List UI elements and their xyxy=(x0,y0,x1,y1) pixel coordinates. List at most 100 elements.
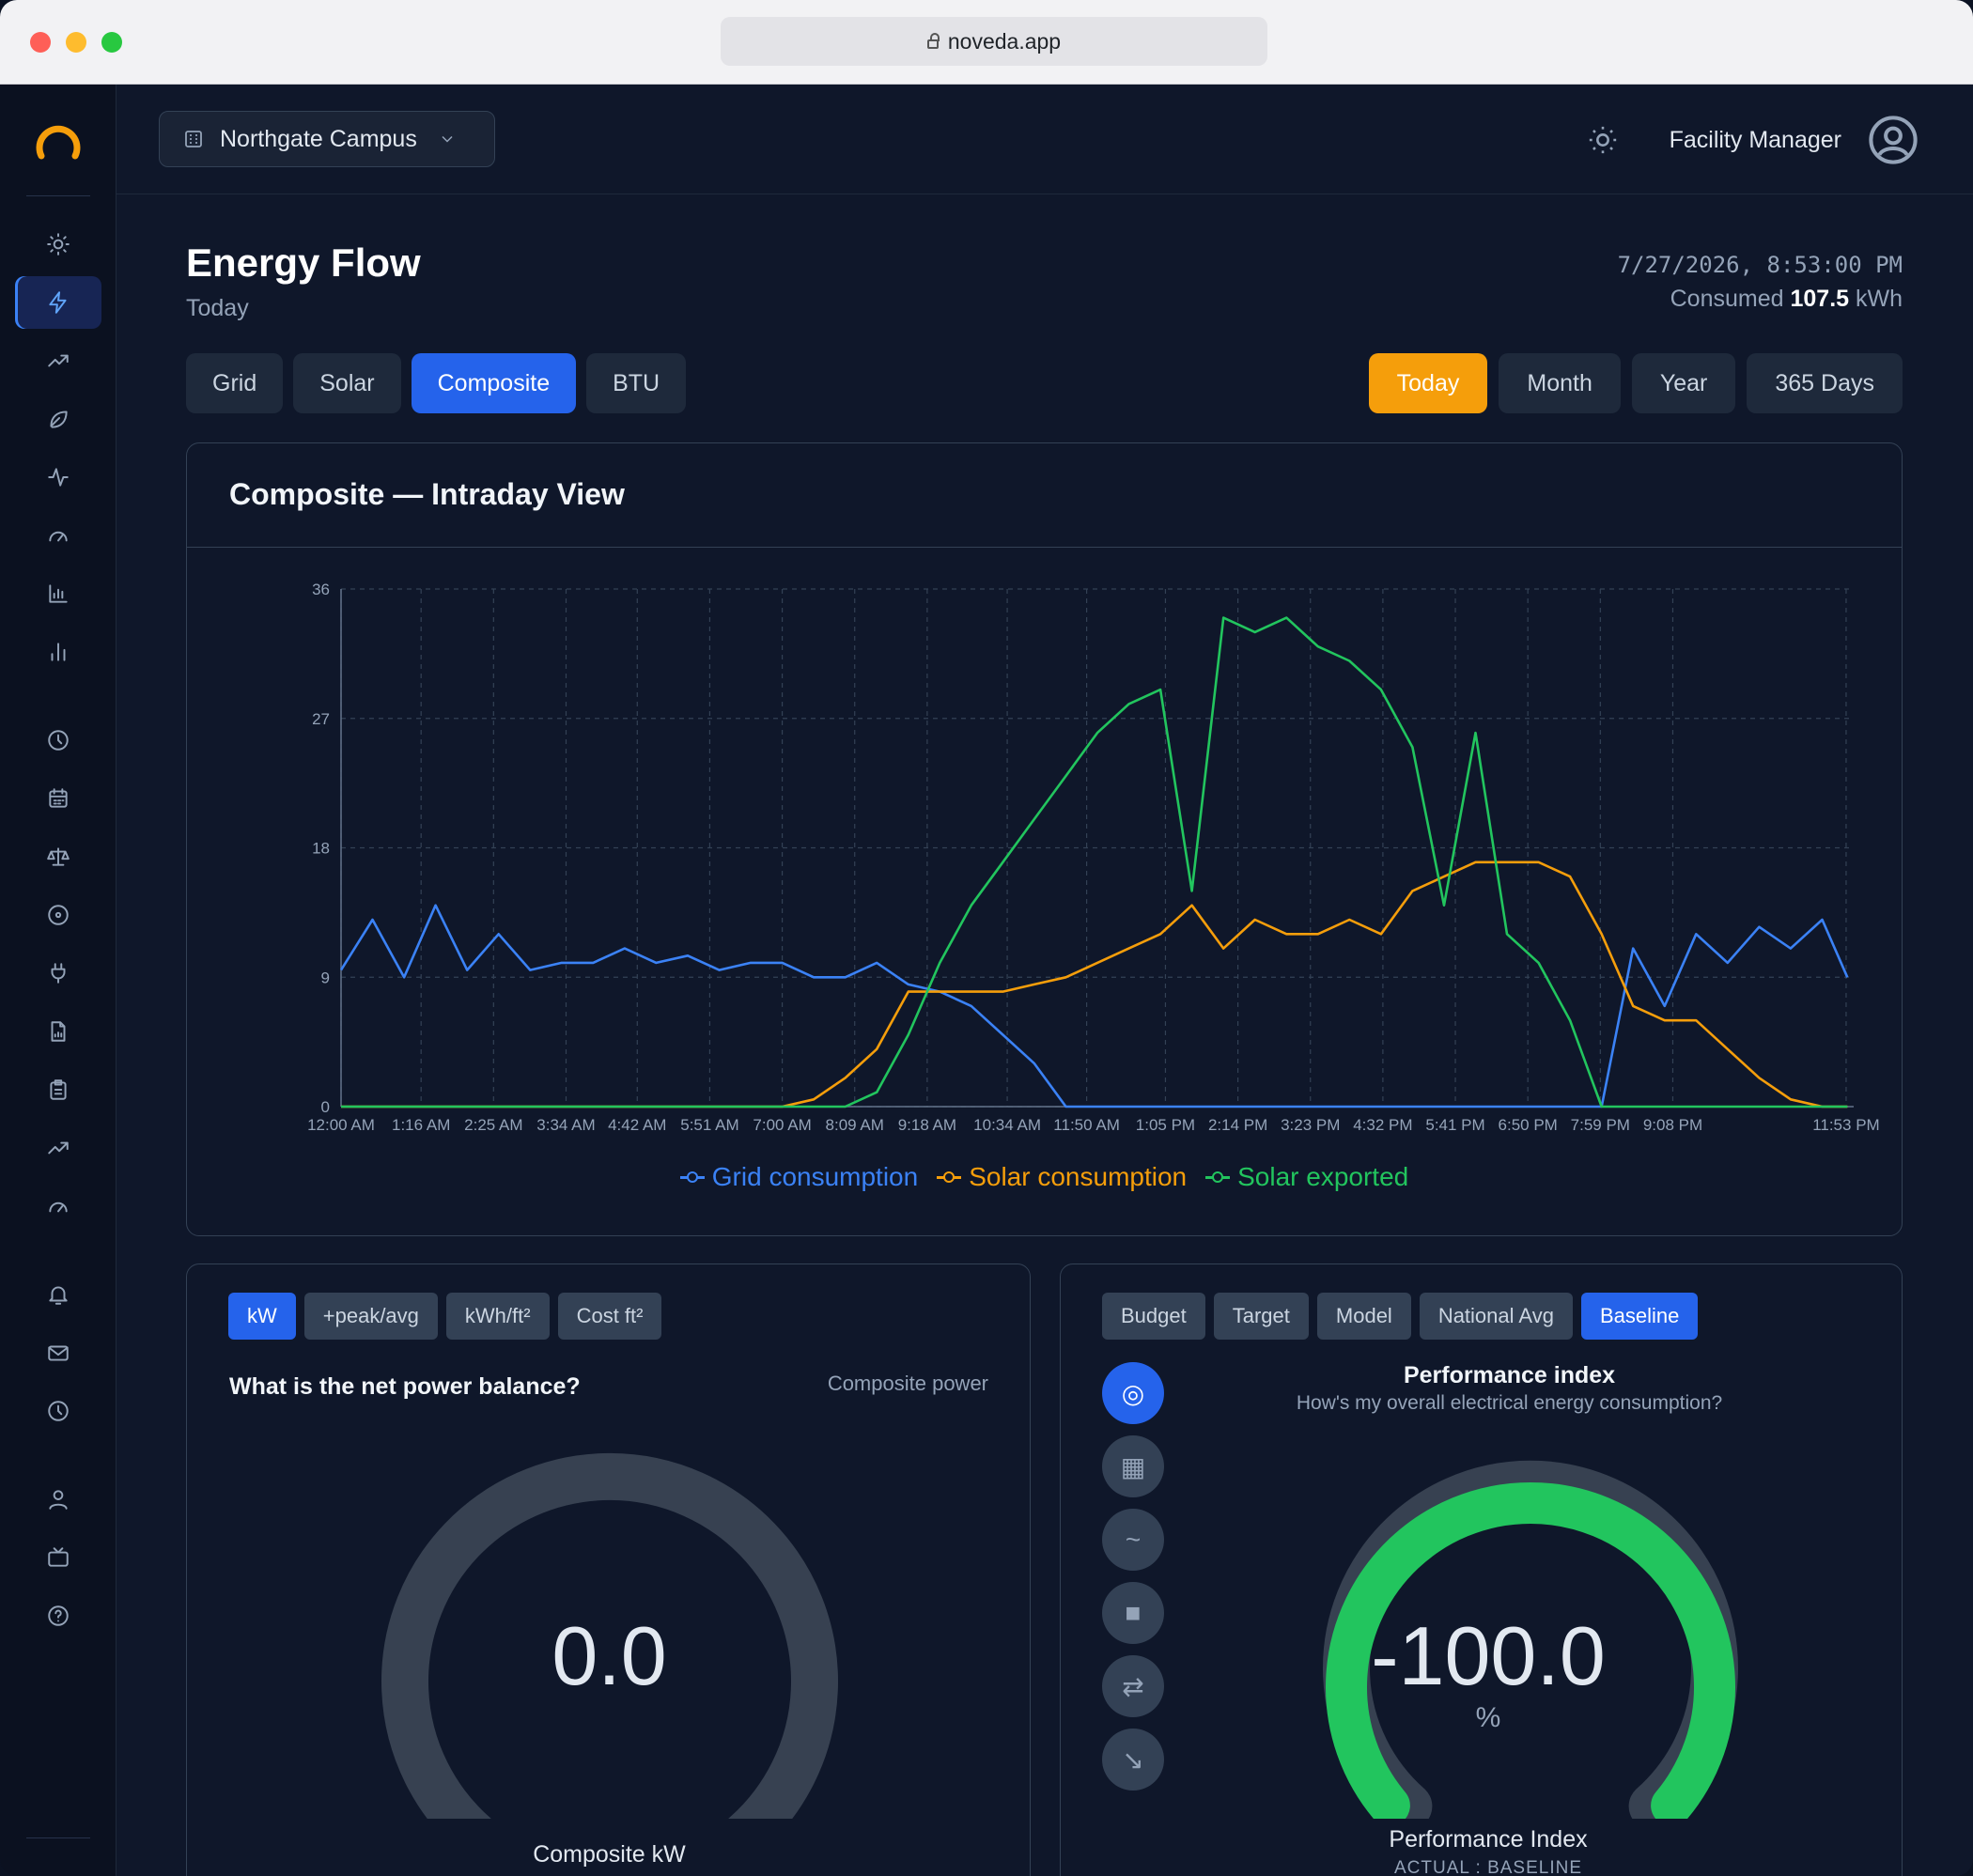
chip-kwh-per-ft2[interactable]: kWh/ft² xyxy=(445,1293,550,1340)
lock-icon xyxy=(926,33,940,49)
sidebar-item-messages[interactable] xyxy=(15,1326,101,1379)
maximize-window-button[interactable] xyxy=(101,32,122,53)
x-tick-label: 1:16 AM xyxy=(392,1116,450,1134)
x-tick-label: 3:34 AM xyxy=(536,1116,595,1134)
sidebar-divider xyxy=(26,1837,90,1838)
x-tick-label: 10:34 AM xyxy=(973,1116,1041,1134)
leaf-icon xyxy=(50,411,68,428)
sidebar-item-trends[interactable] xyxy=(15,334,101,387)
x-tick-label: 1:05 PM xyxy=(1136,1116,1195,1134)
sidebar-item-compare[interactable] xyxy=(15,830,101,883)
address-bar[interactable]: noveda.app xyxy=(721,17,1267,66)
comparison-chips: Budget Target Model National Avg Baselin… xyxy=(1102,1293,1699,1340)
net-power-card: kW +peak/avg kWh/ft² Cost ft² What is th… xyxy=(186,1264,1031,1876)
x-tick-label: 5:51 AM xyxy=(680,1116,738,1134)
legend-marker-icon xyxy=(679,1171,705,1184)
scale-icon xyxy=(47,847,70,866)
sidebar-item-calendar[interactable] xyxy=(15,772,101,825)
theme-toggle-icon[interactable] xyxy=(1587,124,1619,156)
series-line-solar-exported xyxy=(341,616,1848,1109)
tab-btu[interactable]: BTU xyxy=(586,353,687,413)
file-chart-icon xyxy=(51,1021,66,1042)
top-bar: Northgate Campus Facility Manager xyxy=(117,85,1973,194)
sidebar-item-documents[interactable] xyxy=(15,1005,101,1058)
bar-chart-icon xyxy=(49,584,68,603)
legend-item-solar-consumption[interactable]: Solar consumption xyxy=(937,1162,1187,1192)
trending-up-icon xyxy=(48,354,69,367)
sidebar-item-analytics[interactable] xyxy=(15,567,101,620)
sidebar-item-sustainability[interactable] xyxy=(15,393,101,445)
sidebar-item-targets[interactable] xyxy=(15,889,101,941)
address-text: noveda.app xyxy=(947,28,1062,54)
y-tick-label: 0 xyxy=(321,1098,330,1116)
sidebar-item-profile[interactable] xyxy=(15,1473,101,1526)
period-year-button[interactable]: Year xyxy=(1631,353,1736,413)
sidebar-item-meters[interactable] xyxy=(15,947,101,1000)
sidebar-item-history[interactable] xyxy=(15,714,101,767)
sidebar-item-display[interactable] xyxy=(15,1531,101,1584)
building-icon xyxy=(185,131,202,147)
chip-baseline[interactable]: Baseline xyxy=(1580,1293,1699,1340)
tab-solar[interactable]: Solar xyxy=(293,353,401,413)
user-name[interactable]: Facility Manager xyxy=(1670,127,1841,154)
legend-marker-icon xyxy=(1205,1171,1231,1184)
x-tick-label: 12:00 AM xyxy=(307,1116,375,1134)
consumed-value: 107.5 xyxy=(1790,286,1850,312)
series-line-grid-consumption xyxy=(339,904,1849,1109)
site-selector[interactable]: Northgate Campus xyxy=(159,111,495,167)
x-tick-label: 4:42 AM xyxy=(608,1116,666,1134)
composite-power-value: 0.0 xyxy=(552,1609,667,1702)
bar-chart-2-icon xyxy=(51,643,66,661)
energy-type-tabs: Grid Solar Composite BTU xyxy=(186,353,687,413)
sidebar-item-energy-flow[interactable] xyxy=(15,276,101,329)
sidebar-item-schedule[interactable] xyxy=(15,1385,101,1437)
chip-target[interactable]: Target xyxy=(1213,1293,1309,1340)
target-icon xyxy=(48,905,69,925)
chevron-down-icon xyxy=(442,135,453,143)
close-window-button[interactable] xyxy=(30,32,51,53)
chip-peak-avg[interactable]: +peak/avg xyxy=(303,1293,438,1340)
sidebar-item-performance[interactable] xyxy=(15,509,101,562)
sidebar-item-alerts[interactable] xyxy=(15,1268,101,1321)
trending-up-icon xyxy=(48,1141,69,1155)
period-today-button[interactable]: Today xyxy=(1368,353,1488,413)
calendar-icon xyxy=(49,788,68,808)
gauge-icon xyxy=(49,531,68,542)
consumed-unit: kWh xyxy=(1856,286,1903,312)
chip-national-avg[interactable]: National Avg xyxy=(1419,1293,1573,1340)
sidebar-item-help[interactable] xyxy=(15,1589,101,1642)
sidebar-item-speed[interactable] xyxy=(15,1180,101,1233)
x-tick-label: 9:08 PM xyxy=(1643,1116,1702,1134)
y-tick-label: 27 xyxy=(312,710,330,728)
sidebar-item-tasks[interactable] xyxy=(15,1063,101,1116)
period-365-days-button[interactable]: 365 Days xyxy=(1747,353,1903,413)
gauge-icon xyxy=(49,1202,68,1213)
user-icon xyxy=(49,1490,68,1510)
performance-index-unit: % xyxy=(1475,1702,1501,1733)
performance-index-sublabel: ACTUAL : BASELINE xyxy=(1393,1858,1583,1876)
x-tick-label: 11:50 AM xyxy=(1053,1116,1120,1134)
legend-item-grid-consumption[interactable]: Grid consumption xyxy=(679,1162,918,1192)
sidebar-item-reports[interactable] xyxy=(15,626,101,678)
top-right-controls: Facility Manager xyxy=(1587,115,1919,165)
performance-index-title: Performance index xyxy=(1403,1362,1616,1388)
intraday-line-chart[interactable]: 0 9 18 27 36 12:00 AM 1:16 AM 2:25 AM 3:34 AM 4:4… xyxy=(187,443,1903,1157)
chip-model[interactable]: Model xyxy=(1316,1293,1411,1340)
minimize-window-button[interactable] xyxy=(66,32,86,53)
chip-kw[interactable]: kW xyxy=(228,1293,296,1340)
chip-cost-per-ft2[interactable]: Cost ft² xyxy=(557,1293,662,1340)
bell-icon xyxy=(49,1286,68,1305)
x-tick-label: 7:59 PM xyxy=(1571,1116,1630,1134)
user-avatar-icon[interactable] xyxy=(1868,115,1919,165)
period-month-button[interactable]: Month xyxy=(1499,353,1621,413)
chip-budget[interactable]: Budget xyxy=(1102,1293,1205,1340)
legend-item-solar-exported[interactable]: Solar exported xyxy=(1205,1162,1408,1192)
legend-label: Solar exported xyxy=(1237,1162,1409,1191)
sidebar-item-activity[interactable] xyxy=(15,451,101,504)
sidebar-item-dashboard[interactable] xyxy=(15,218,101,271)
sidebar-item-growth[interactable] xyxy=(15,1122,101,1174)
plug-icon xyxy=(51,963,66,984)
tab-grid[interactable]: Grid xyxy=(186,353,284,413)
tab-composite[interactable]: Composite xyxy=(411,353,577,413)
app-logo-icon[interactable] xyxy=(34,118,83,167)
